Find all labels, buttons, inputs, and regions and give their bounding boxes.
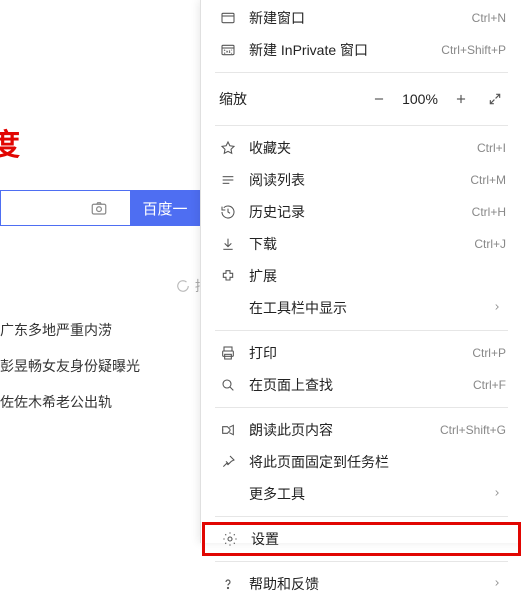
menu-separator: [215, 407, 508, 408]
shortcut: Ctrl+N: [472, 11, 506, 25]
menu-separator: [215, 330, 508, 331]
fullscreen-button[interactable]: [480, 84, 510, 114]
menu-label: 打印: [249, 343, 472, 363]
window-icon: [219, 9, 237, 27]
menu-new-inprivate[interactable]: 新建 InPrivate 窗口 Ctrl+Shift+P: [201, 34, 522, 66]
menu-label: 更多工具: [249, 484, 492, 504]
shortcut: Ctrl+P: [472, 346, 506, 360]
menu-reading-list[interactable]: 阅读列表 Ctrl+M: [201, 164, 522, 196]
menu-separator: [215, 125, 508, 126]
menu-history[interactable]: 历史记录 Ctrl+H: [201, 196, 522, 228]
news-item[interactable]: 广东多地严重内涝: [0, 312, 200, 348]
menu-label: 设置: [251, 529, 504, 549]
pin-icon: [219, 453, 237, 471]
shortcut: Ctrl+Shift+G: [440, 423, 506, 437]
menu-label: 在工具栏中显示: [249, 298, 492, 318]
read-aloud-icon: [219, 421, 237, 439]
news-item[interactable]: 彭昱畅女友身份疑曝光: [0, 348, 200, 384]
menu-label: 在页面上查找: [249, 375, 473, 395]
search-input[interactable]: [0, 190, 130, 226]
inprivate-icon: [219, 41, 237, 59]
menu-help[interactable]: 帮助和反馈: [201, 568, 522, 600]
menu-read-aloud[interactable]: 朗读此页内容 Ctrl+Shift+G: [201, 414, 522, 446]
print-icon: [219, 344, 237, 362]
download-icon: [219, 235, 237, 253]
menu-label: 扩展: [249, 266, 506, 286]
menu-extensions[interactable]: 扩展: [201, 260, 522, 292]
extensions-icon: [219, 267, 237, 285]
zoom-value: 100%: [398, 91, 442, 107]
chevron-right-icon: [492, 577, 506, 591]
zoom-in-button[interactable]: [446, 84, 476, 114]
menu-zoom: 缩放 100%: [201, 79, 522, 119]
menu-label: 下载: [249, 234, 474, 254]
shortcut: Ctrl+Shift+P: [441, 43, 506, 57]
shortcut: Ctrl+M: [470, 173, 506, 187]
help-icon: [219, 575, 237, 593]
menu-label: 新建 InPrivate 窗口: [249, 40, 441, 60]
menu-separator: [215, 516, 508, 517]
menu-label: 将此页面固定到任务栏: [249, 452, 506, 472]
search-bar: 百度一: [0, 190, 200, 226]
star-icon: [219, 139, 237, 157]
page-background: 度 百度一 拼 广东多地严重内涝 彭昱畅女友身份疑曝光 佐佐木希老公出轨: [0, 0, 200, 543]
search-button-label: 百度一: [142, 198, 187, 219]
menu-separator: [215, 72, 508, 73]
menu-settings[interactable]: 设置: [203, 523, 520, 555]
chevron-right-icon: [492, 301, 506, 315]
zoom-label: 缩放: [219, 89, 364, 109]
shortcut: Ctrl+I: [477, 141, 506, 155]
menu-more-tools[interactable]: 更多工具: [201, 478, 522, 510]
app-menu: 新建窗口 Ctrl+N 新建 InPrivate 窗口 Ctrl+Shift+P…: [200, 0, 522, 543]
zoom-controls: 100%: [364, 84, 510, 114]
zoom-out-button[interactable]: [364, 84, 394, 114]
menu-print[interactable]: 打印 Ctrl+P: [201, 337, 522, 369]
menu-new-window[interactable]: 新建窗口 Ctrl+N: [201, 2, 522, 34]
menu-downloads[interactable]: 下载 Ctrl+J: [201, 228, 522, 260]
chevron-right-icon: [492, 487, 506, 501]
camera-icon[interactable]: [90, 199, 108, 217]
menu-label: 收藏夹: [249, 138, 477, 158]
menu-label: 新建窗口: [249, 8, 472, 28]
shortcut: Ctrl+F: [473, 378, 506, 392]
menu-label: 历史记录: [249, 202, 472, 222]
menu-pin-taskbar[interactable]: 将此页面固定到任务栏: [201, 446, 522, 478]
shortcut: Ctrl+J: [474, 237, 506, 251]
news-list: 广东多地严重内涝 彭昱畅女友身份疑曝光 佐佐木希老公出轨: [0, 312, 200, 420]
menu-separator: [215, 561, 508, 562]
shortcut: Ctrl+H: [472, 205, 506, 219]
news-item[interactable]: 佐佐木希老公出轨: [0, 384, 200, 420]
gear-icon: [221, 530, 239, 548]
site-logo: 度: [0, 120, 20, 164]
reading-list-icon: [219, 171, 237, 189]
menu-label: 阅读列表: [249, 170, 470, 190]
menu-favorites[interactable]: 收藏夹 Ctrl+I: [201, 132, 522, 164]
menu-find[interactable]: 在页面上查找 Ctrl+F: [201, 369, 522, 401]
history-icon: [219, 203, 237, 221]
search-button[interactable]: 百度一: [130, 190, 200, 226]
menu-label: 朗读此页内容: [249, 420, 440, 440]
menu-label: 帮助和反馈: [249, 574, 492, 594]
menu-show-in-toolbar[interactable]: 在工具栏中显示: [201, 292, 522, 324]
search-icon: [219, 376, 237, 394]
